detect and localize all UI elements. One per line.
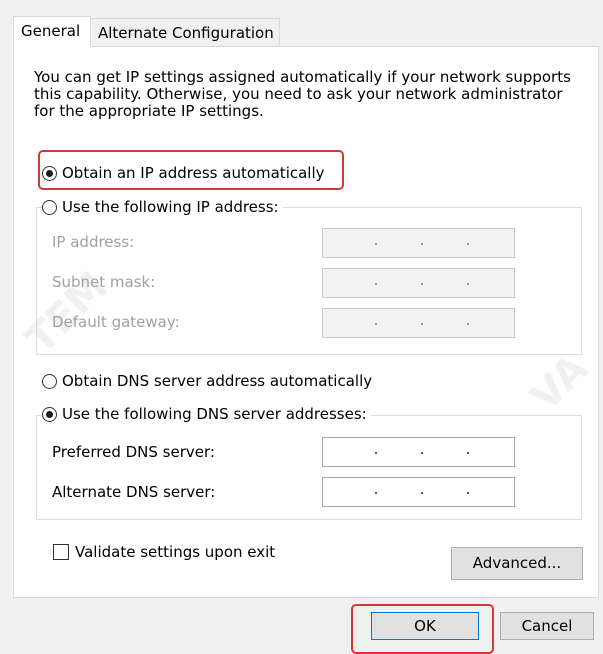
alternate-dns-label: Alternate DNS server: (52, 483, 216, 501)
obtain-ip-auto-radio[interactable]: Obtain an IP address automatically (42, 164, 329, 182)
description-text: You can get IP settings assigned automat… (34, 68, 571, 120)
advanced-button[interactable]: Advanced... (451, 547, 583, 580)
use-following-ip-radio[interactable]: Use the following IP address: (42, 198, 283, 216)
ip-address-label: IP address: (52, 233, 135, 251)
radio-selected-icon (42, 165, 57, 181)
tab-alternate-configuration[interactable]: Alternate Configuration (90, 18, 280, 46)
preferred-dns-input[interactable] (322, 437, 515, 467)
obtain-ip-auto-label: Obtain an IP address automatically (62, 164, 325, 182)
ok-button[interactable]: OK (371, 612, 479, 640)
preferred-dns-label: Preferred DNS server: (52, 443, 215, 461)
alternate-dns-input[interactable] (322, 477, 515, 507)
radio-unselected-icon (42, 373, 57, 389)
use-following-dns-label: Use the following DNS server addresses: (62, 405, 367, 423)
subnet-mask-input[interactable] (322, 268, 515, 298)
use-following-dns-radio[interactable]: Use the following DNS server addresses: (42, 405, 371, 423)
radio-selected-icon (42, 406, 57, 422)
default-gateway-input[interactable] (322, 308, 515, 338)
use-following-ip-label: Use the following IP address: (62, 198, 279, 216)
checkbox-icon (53, 544, 69, 560)
radio-unselected-icon (42, 199, 57, 215)
ip-address-input[interactable] (322, 228, 515, 258)
obtain-dns-auto-radio[interactable]: Obtain DNS server address automatically (42, 372, 377, 390)
subnet-mask-label: Subnet mask: (52, 273, 156, 291)
default-gateway-label: Default gateway: (52, 313, 180, 331)
cancel-button[interactable]: Cancel (500, 612, 594, 640)
tab-general[interactable]: General (13, 16, 91, 47)
validate-settings-label: Validate settings upon exit (75, 543, 276, 561)
validate-settings-checkbox[interactable]: Validate settings upon exit (53, 543, 275, 561)
general-panel: You can get IP settings assigned automat… (13, 46, 599, 598)
obtain-dns-auto-label: Obtain DNS server address automatically (62, 372, 373, 390)
